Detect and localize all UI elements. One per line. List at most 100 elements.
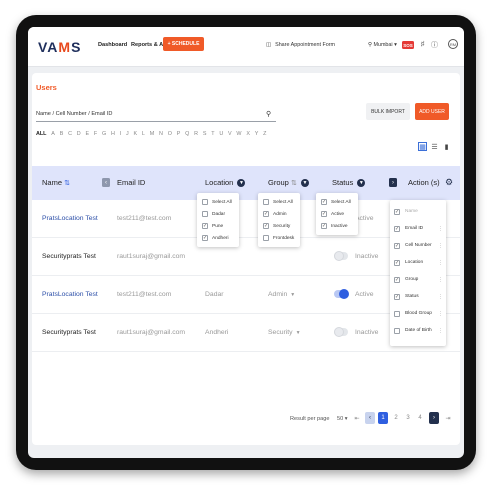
user-name-link[interactable]: PratsLocation Test: [42, 215, 98, 222]
user-name-link[interactable]: PratsLocation Test: [42, 291, 98, 298]
alphabet-filter-letter[interactable]: E: [86, 131, 90, 137]
notification-bell-icon[interactable]: ♯: [418, 40, 427, 49]
alphabet-filter-letter[interactable]: X: [246, 131, 250, 137]
location-option[interactable]: ✓ Pune: [197, 220, 239, 232]
status-option[interactable]: ✓ Select All: [316, 196, 358, 208]
list-view-icon[interactable]: ☰: [430, 142, 439, 151]
alphabet-filter-letter[interactable]: J: [126, 131, 129, 137]
column-checkbox[interactable]: ✓: [394, 293, 400, 300]
alphabet-filter-letter[interactable]: D: [77, 131, 81, 137]
sort-icon[interactable]: ⇅: [64, 180, 70, 187]
bulk-import-button[interactable]: BULK IMPORT: [366, 103, 410, 120]
column-checkbox[interactable]: [394, 327, 400, 334]
group-option[interactable]: Frontdesk: [258, 232, 300, 244]
page-number[interactable]: 2: [391, 412, 401, 424]
grid-view-icon[interactable]: ▦: [418, 142, 427, 151]
status-filter-icon[interactable]: ▼: [357, 179, 366, 188]
alphabet-filter-letter[interactable]: P: [177, 131, 181, 137]
group-filter-icon[interactable]: ▼: [300, 179, 309, 188]
alphabet-filter-all[interactable]: ALL: [36, 131, 46, 137]
drag-handle-icon[interactable]: ⋮: [438, 294, 443, 300]
group-checkbox[interactable]: [263, 235, 269, 241]
add-user-button[interactable]: ADD USER: [415, 103, 449, 120]
scroll-right-icon[interactable]: ›: [389, 178, 397, 187]
column-option[interactable]: ✓ Group ⋮: [390, 271, 446, 288]
search-input[interactable]: Name / Cell Number / Email ID: [36, 111, 112, 117]
drag-handle-icon[interactable]: ⋮: [438, 277, 443, 283]
status-option[interactable]: ✓ Inactive: [316, 220, 358, 232]
alphabet-filter-letter[interactable]: K: [134, 131, 138, 137]
search-icon[interactable]: ⚲: [266, 110, 271, 118]
alphabet-filter-letter[interactable]: W: [236, 131, 241, 137]
page-number[interactable]: 3: [403, 412, 413, 424]
alphabet-filter-letter[interactable]: B: [60, 131, 64, 137]
last-page-icon[interactable]: ⇥: [443, 412, 453, 424]
alphabet-filter-letter[interactable]: N: [159, 131, 163, 137]
column-checkbox[interactable]: ✓: [394, 242, 400, 249]
share-appointment-form-link[interactable]: ◫ Share Appointment Form: [266, 42, 335, 48]
chart-view-icon[interactable]: ▮: [442, 142, 451, 151]
status-checkbox[interactable]: ✓: [321, 211, 327, 217]
group-option[interactable]: ✓ Security: [258, 220, 300, 232]
status-toggle[interactable]: [334, 251, 348, 261]
page-size-select[interactable]: 50 ▾: [337, 416, 348, 422]
sos-button[interactable]: SOS: [402, 41, 414, 49]
column-checkbox[interactable]: ✓: [394, 259, 400, 266]
alphabet-filter-letter[interactable]: O: [168, 131, 172, 137]
status-checkbox[interactable]: ✓: [321, 199, 327, 205]
location-option[interactable]: Dadar: [197, 208, 239, 220]
alphabet-filter-letter[interactable]: H: [111, 131, 115, 137]
user-group-select[interactable]: Security ▼: [268, 329, 301, 336]
alphabet-filter-letter[interactable]: Z: [263, 131, 266, 137]
previous-page-button[interactable]: ‹: [365, 412, 375, 424]
drag-handle-icon[interactable]: ⋮: [438, 260, 443, 266]
column-settings-icon[interactable]: ⚙: [445, 177, 453, 188]
location-option[interactable]: ✓ Andheri: [197, 232, 239, 244]
next-page-button[interactable]: ›: [429, 412, 439, 424]
drag-handle-icon[interactable]: ⋮: [438, 243, 443, 249]
column-option[interactable]: Blood Group ⋮: [390, 305, 446, 322]
column-option[interactable]: ✓ Status ⋮: [390, 288, 446, 305]
status-toggle[interactable]: [334, 289, 349, 299]
column-option[interactable]: ✓ Cell Number ⋮: [390, 237, 446, 254]
status-toggle[interactable]: [334, 327, 348, 337]
alphabet-filter-letter[interactable]: T: [211, 131, 214, 137]
group-checkbox[interactable]: ✓: [263, 211, 269, 217]
schedule-button[interactable]: + SCHEDULE: [163, 37, 204, 51]
alphabet-filter-letter[interactable]: L: [142, 131, 145, 137]
location-selector[interactable]: ⚲ Mumbai ▾: [368, 42, 397, 48]
column-option[interactable]: ✓ Name: [390, 203, 446, 220]
location-option[interactable]: Select All: [197, 196, 239, 208]
column-option[interactable]: Date of Birth ⋮: [390, 322, 446, 339]
alphabet-filter-letter[interactable]: G: [102, 131, 106, 137]
column-checkbox[interactable]: ✓: [394, 225, 400, 232]
alphabet-filter-letter[interactable]: M: [150, 131, 155, 137]
location-checkbox[interactable]: [202, 211, 208, 217]
location-checkbox[interactable]: ✓: [202, 235, 208, 241]
group-option[interactable]: Select All: [258, 196, 300, 208]
status-checkbox[interactable]: ✓: [321, 223, 327, 229]
alphabet-filter-letter[interactable]: R: [194, 131, 198, 137]
app-logo[interactable]: VAMS: [38, 39, 81, 55]
nav-dashboard[interactable]: Dashboard: [98, 42, 127, 48]
scroll-left-icon[interactable]: ‹: [102, 178, 110, 187]
group-checkbox[interactable]: [263, 199, 269, 205]
first-page-icon[interactable]: ⇤: [352, 412, 362, 424]
column-checkbox[interactable]: [394, 310, 400, 317]
drag-handle-icon[interactable]: ⋮: [438, 311, 443, 317]
alphabet-filter-letter[interactable]: F: [94, 131, 97, 137]
drag-handle-icon[interactable]: ⋮: [438, 226, 443, 232]
page-number-current[interactable]: 1: [378, 412, 388, 424]
group-sort-icon[interactable]: ⇅: [291, 180, 297, 187]
column-option[interactable]: ✓ Location ⋮: [390, 254, 446, 271]
alphabet-filter-letter[interactable]: V: [228, 131, 232, 137]
location-checkbox[interactable]: ✓: [202, 223, 208, 229]
status-option[interactable]: ✓ Active: [316, 208, 358, 220]
alphabet-filter-letter[interactable]: C: [68, 131, 72, 137]
alphabet-filter-letter[interactable]: I: [120, 131, 122, 137]
alphabet-filter-letter[interactable]: S: [203, 131, 207, 137]
help-icon[interactable]: ⓘ: [430, 40, 439, 49]
avatar[interactable]: RM: [448, 39, 458, 49]
location-checkbox[interactable]: [202, 199, 208, 205]
column-checkbox[interactable]: ✓: [394, 208, 400, 215]
